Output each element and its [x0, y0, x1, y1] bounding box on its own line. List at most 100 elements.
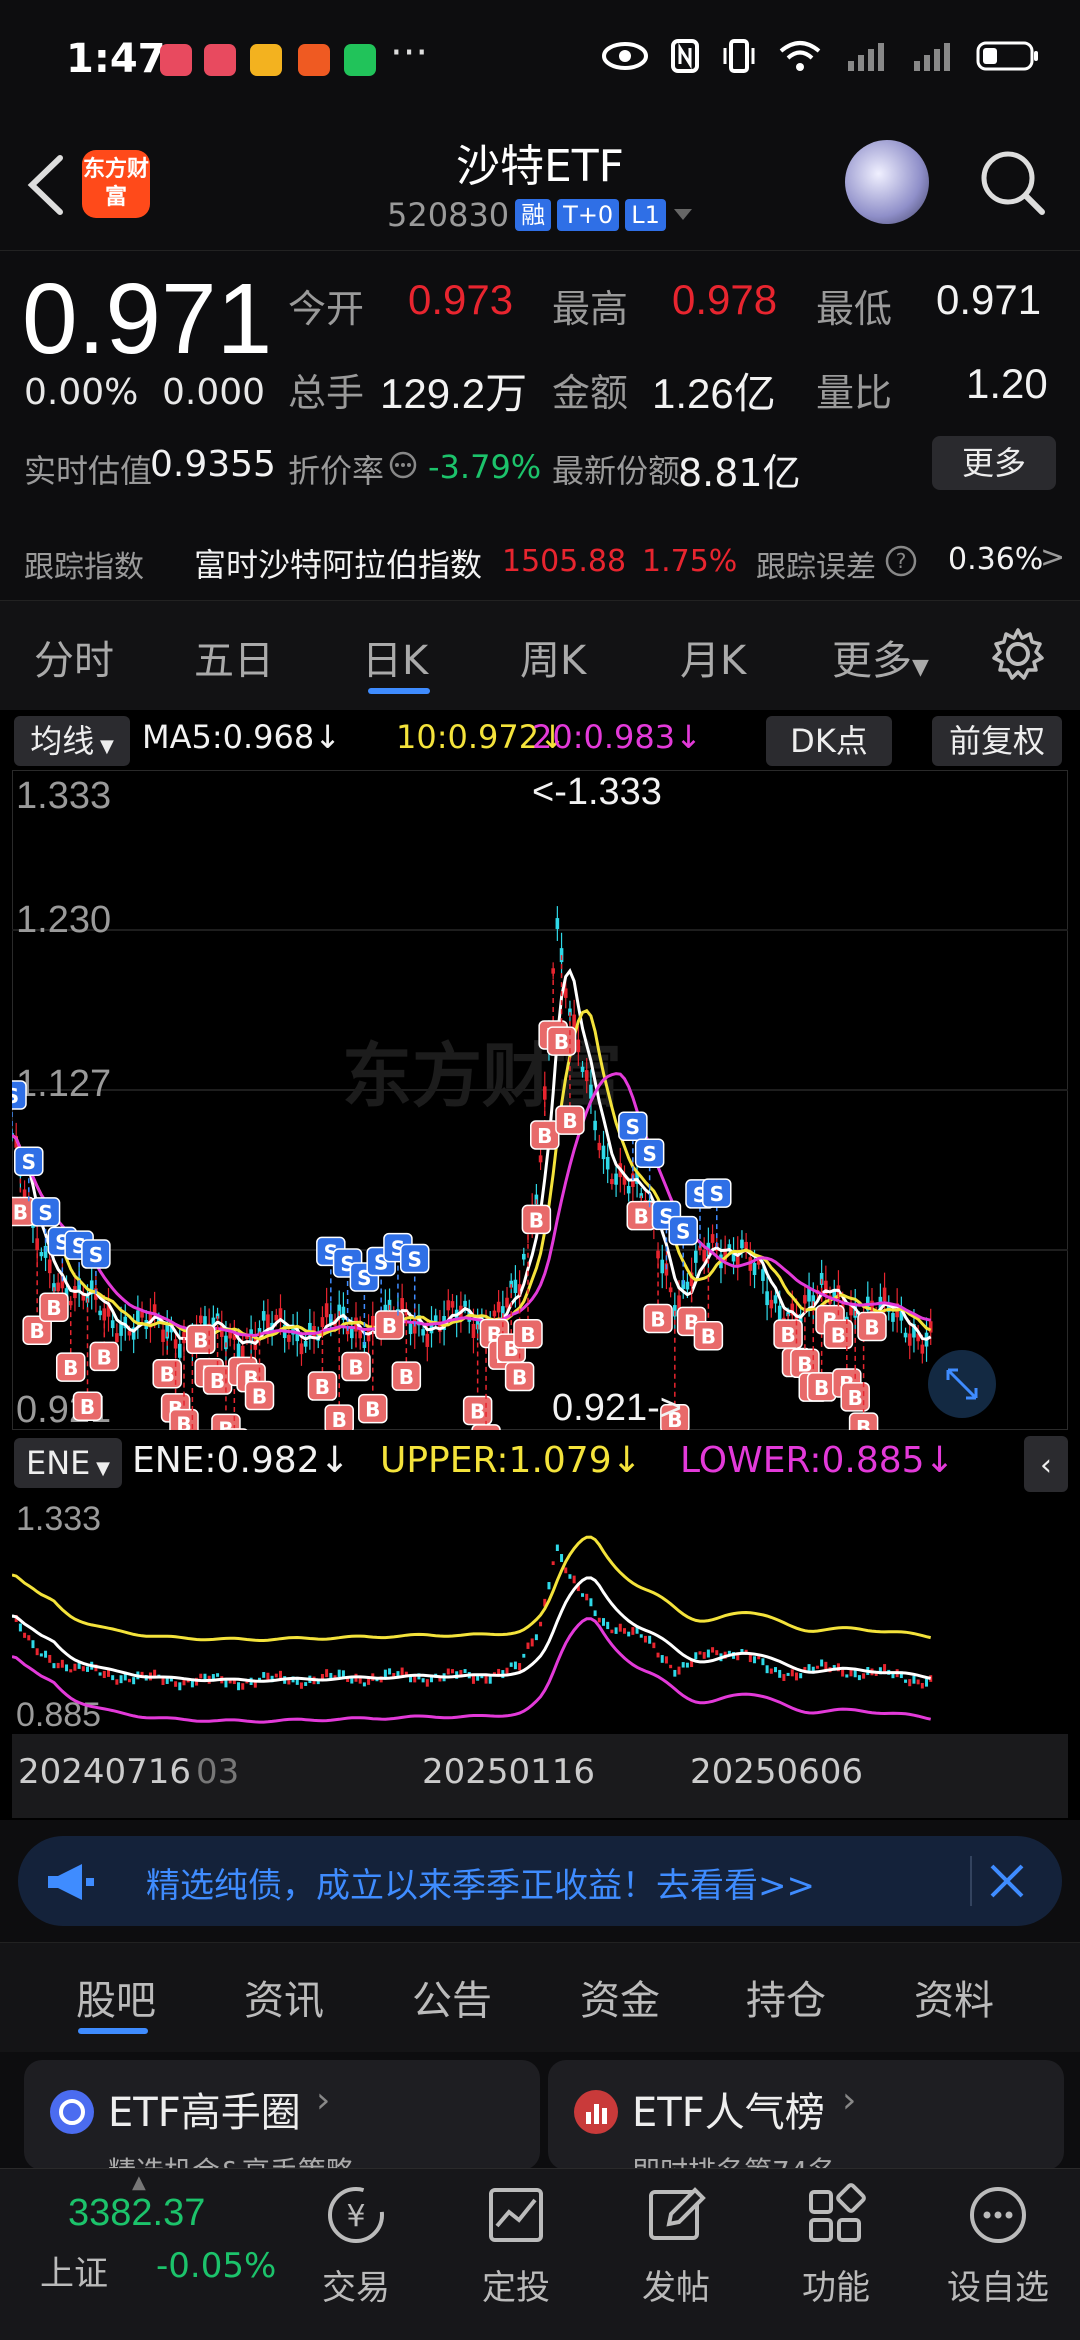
tab-profile[interactable]: 资料 [914, 1968, 994, 2026]
close-icon[interactable] [988, 1862, 1026, 1900]
ene-candle [388, 1668, 392, 1675]
nav-trade[interactable]: ¥ 交易 [286, 2180, 426, 2309]
search-icon[interactable] [978, 148, 1048, 218]
chevron-right-icon: › [842, 2080, 857, 2121]
ene-candle [862, 1673, 866, 1679]
tab-stock-forum[interactable]: 股吧 [76, 1968, 156, 2026]
info-icon[interactable] [388, 450, 418, 480]
ene-candle [774, 1667, 778, 1673]
last-price: 0.971 [22, 263, 273, 375]
ene-candle [857, 1675, 861, 1681]
tab-five-day[interactable]: 五日 [194, 628, 274, 686]
gear-icon[interactable] [990, 626, 1046, 682]
candle [727, 1244, 732, 1249]
ene-candle [337, 1669, 341, 1678]
tab-news[interactable]: 资讯 [244, 1968, 324, 2026]
indicator-select[interactable]: 均线 ▼ [14, 716, 130, 766]
ene-candle [786, 1672, 790, 1676]
tab-more[interactable]: 更多▼ [832, 628, 929, 686]
ene-candle [44, 1650, 48, 1658]
ene-indicator-select[interactable]: ENE ▼ [14, 1438, 122, 1488]
tab-daily-k[interactable]: 日K [362, 628, 428, 686]
ene-candle [585, 1593, 589, 1601]
ene-candle [748, 1654, 752, 1663]
buy-marker-label: B [176, 1413, 191, 1430]
candle [610, 1179, 614, 1185]
ene-candle [706, 1649, 710, 1658]
tab-holdings[interactable]: 持仓 [746, 1968, 826, 2026]
ene-candle [597, 1617, 601, 1623]
market-index-value[interactable]: 3382.37 [68, 2192, 205, 2235]
ene-candle [824, 1661, 828, 1670]
tab-monthly-k[interactable]: 月K [680, 628, 746, 686]
candle [425, 1333, 430, 1347]
nav-label: 交易 [322, 2268, 390, 2308]
collapse-panel-button[interactable]: ‹ [1024, 1436, 1068, 1492]
ma5-line [12, 968, 932, 1346]
ene-candle [883, 1664, 887, 1672]
ene-candle [593, 1610, 597, 1617]
ene-candle [631, 1627, 635, 1635]
ene-candle [845, 1674, 849, 1678]
buy-marker-label: B [193, 1328, 208, 1352]
open-label: 今开 [288, 287, 365, 331]
candle [127, 1330, 132, 1336]
ene-candle [161, 1677, 165, 1685]
shares-value: 8.81亿 [678, 451, 801, 495]
security-code-row[interactable]: 520830 融 T+0 L1 [387, 196, 694, 234]
candle [496, 1301, 501, 1313]
level1-tag: L1 [625, 199, 666, 231]
nav-label: 功能 [802, 2268, 870, 2308]
low-value: 0.971 [936, 276, 1042, 323]
kline-chart[interactable]: 东方财富 1.333 1.230 1.127 0.921 SBBBSBBBSBB… [12, 770, 1068, 1430]
buy-marker-label: B [780, 1323, 795, 1347]
candle [513, 1279, 518, 1293]
ene-candle [753, 1656, 757, 1664]
candle [593, 1120, 597, 1131]
tab-capital-flow[interactable]: 资金 [580, 1968, 660, 2026]
buy-marker-label: B [520, 1323, 535, 1347]
nav-add-watchlist[interactable]: 设自选 [928, 2180, 1068, 2309]
price-adjust-button[interactable]: 前复权 [932, 716, 1062, 766]
help-icon[interactable]: ? [884, 544, 918, 578]
active-tab-indicator [78, 2028, 148, 2034]
tab-intraday[interactable]: 分时 [34, 628, 114, 686]
nav-functions[interactable]: 功能 [766, 2180, 906, 2309]
open-value: 0.973 [408, 276, 514, 323]
ene-candle [769, 1668, 773, 1674]
candle [761, 1269, 765, 1281]
premium-label: 折价率 [288, 452, 385, 490]
battery-icon [976, 41, 1038, 71]
robot-assistant-icon[interactable] [845, 140, 929, 224]
tab-announcements[interactable]: 公告 [412, 1968, 492, 2026]
ene-chart[interactable]: 1.333 0.885 [12, 1494, 1068, 1734]
candle [178, 1343, 182, 1358]
tracking-error-label: 跟踪误差 [756, 550, 876, 585]
ene-candle [119, 1675, 123, 1684]
dk-point-button[interactable]: DK点 [766, 716, 892, 766]
tab-weekly-k[interactable]: 周K [520, 628, 586, 686]
iopv-label: 实时估值 [24, 452, 153, 490]
ene-candle [656, 1652, 660, 1658]
ene-candle [86, 1666, 90, 1672]
buy-marker-label: B [478, 1428, 493, 1430]
ene-candle [488, 1676, 492, 1684]
caret-down-icon: ▼ [912, 655, 929, 680]
more-button[interactable]: 更多 [932, 436, 1056, 490]
nav-post[interactable]: 发帖 [606, 2180, 746, 2309]
volume-value: 129.2万 [380, 370, 528, 417]
ene-candle [711, 1647, 715, 1653]
candle [350, 1328, 354, 1339]
chevron-right-icon: > [1040, 540, 1066, 575]
ene-candle [18, 1623, 22, 1632]
candle [538, 1155, 543, 1163]
bs-markers-group: SBBBSBBBSBBBSBBBSBBBSBBBSBBBSBBBSBBBSBBB… [12, 955, 887, 1430]
buy-marker-label: B [46, 1296, 61, 1320]
ene-candle [216, 1673, 220, 1677]
nav-auto-invest[interactable]: 定投 [446, 2180, 586, 2309]
y-label: 1.127 [16, 1063, 111, 1105]
ene-candle [622, 1628, 626, 1634]
candle [685, 1281, 690, 1290]
ene-candle [799, 1673, 803, 1679]
candle [765, 1291, 769, 1306]
